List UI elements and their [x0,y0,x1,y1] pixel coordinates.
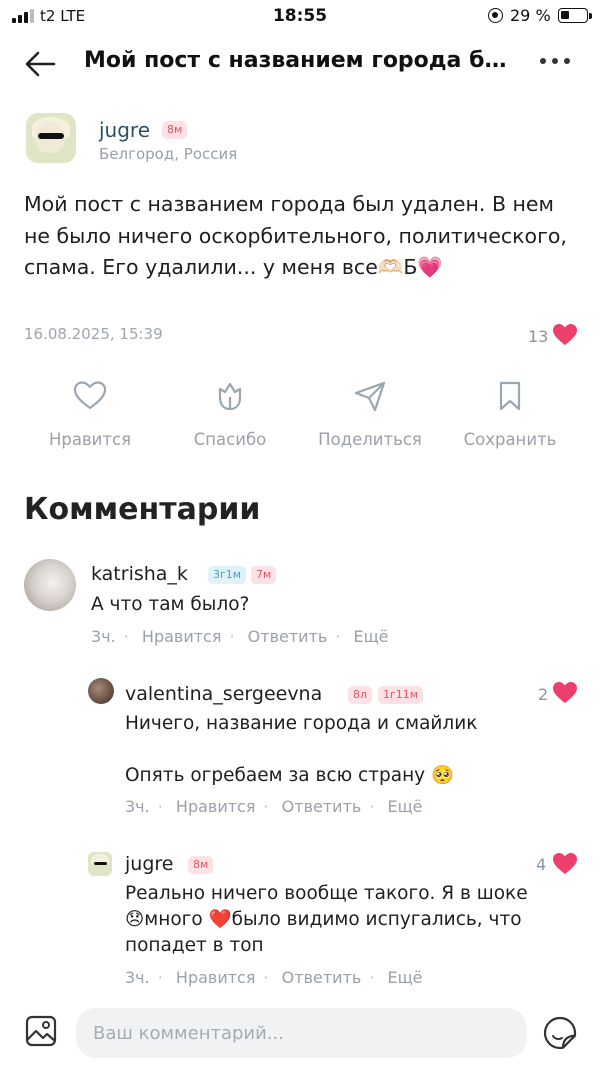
comment-badge: 7м [251,566,277,584]
comment-more-link[interactable]: Ещё [354,627,389,646]
post-author-name[interactable]: jugre [99,118,150,142]
post-text: Мой пост с названием города был удален. … [24,192,567,279]
comment-time: 3ч. [125,968,150,987]
comment-reply-link[interactable]: Ответить [282,797,362,816]
comment-like-count: 2 [538,685,549,704]
comment-meta: 3ч. · Нравится · Ответить · Ещё [125,797,423,816]
comment-badge: 3г1м [208,566,247,584]
comment-like-link[interactable]: Нравится [176,797,256,816]
save-action-label: Сохранить [463,430,557,449]
comment-avatar[interactable] [24,559,76,611]
comment-author[interactable]: jugre [125,853,173,875]
more-options-icon[interactable] [538,58,574,68]
comment-text-line: Реально ничего вообще такого. Я в шоке [125,883,528,904]
post-date: 16.08.2025, 15:39 [24,325,163,343]
bookmark-icon [499,381,521,411]
share-action[interactable]: Поделиться [300,380,440,460]
save-action[interactable]: Сохранить [440,380,580,460]
comment-avatar[interactable] [88,852,112,876]
comment-like-link[interactable]: Нравится [176,968,256,987]
back-arrow-icon[interactable] [22,46,58,82]
comment-badge: 8м [188,856,214,874]
location-lock-icon [488,8,503,23]
comment-text-line: 😞много ❤️было видимо испугались, что [125,909,522,930]
comment-avatar[interactable] [88,678,114,704]
thanks-action[interactable]: Спасибо [160,380,300,460]
like-action-label: Нравится [48,430,132,449]
share-action-label: Поделиться [318,430,422,449]
comment-text-line: Опять огребаем за всю страну 🥺 [125,765,455,786]
battery-percent: 29 % [510,6,551,25]
comment-meta: 3ч. · Нравится · Ответить · Ещё [125,968,423,987]
heart-filled-icon[interactable] [552,323,578,347]
battery-tip [589,13,592,19]
comment-more-link[interactable]: Ещё [388,968,423,987]
attach-image-icon[interactable] [24,1014,58,1048]
comment-like-count: 4 [536,855,547,874]
like-action[interactable]: Нравится [20,380,160,460]
heart-filled-icon[interactable] [552,681,578,705]
comment-more-link[interactable]: Ещё [388,797,423,816]
comment-text-line: попадет в топ [125,935,264,956]
comment-badge: 8л [348,686,373,704]
author-badge: 8м [162,121,188,139]
author-location: Белгород, Россия [99,145,238,163]
page-title: Мой пост с названием города бы... [84,48,514,73]
comment-time: 3ч. [125,797,150,816]
comment-author[interactable]: katrisha_k [91,563,188,585]
post-like-count: 13 [528,327,549,346]
comment-input[interactable] [76,1008,527,1058]
status-bar: t2 LTE 18:55 29 % [0,0,600,34]
comment-reply-link[interactable]: Ответить [248,627,328,646]
comment-time: 3ч. [91,627,116,646]
paper-plane-icon [354,381,386,412]
sticker-icon[interactable] [542,1015,578,1051]
heart-filled-icon[interactable] [552,852,578,876]
heart-outline-icon [73,381,107,410]
author-avatar[interactable] [26,113,76,163]
flower-icon [218,382,242,411]
battery-icon [558,8,588,23]
comment-meta: 3ч. · Нравится · Ответить · Ещё [91,627,389,646]
comment-text: А что там было? [91,594,250,615]
comments-title: Комментарии [24,492,261,527]
comment-author[interactable]: valentina_sergeevna [125,683,322,705]
comment-text-line: Ничего, название города и смайлик [125,713,478,734]
comment-reply-link[interactable]: Ответить [282,968,362,987]
comment-badge: 1г11м [378,686,424,704]
thanks-action-label: Спасибо [193,430,267,449]
comment-like-link[interactable]: Нравится [142,627,222,646]
